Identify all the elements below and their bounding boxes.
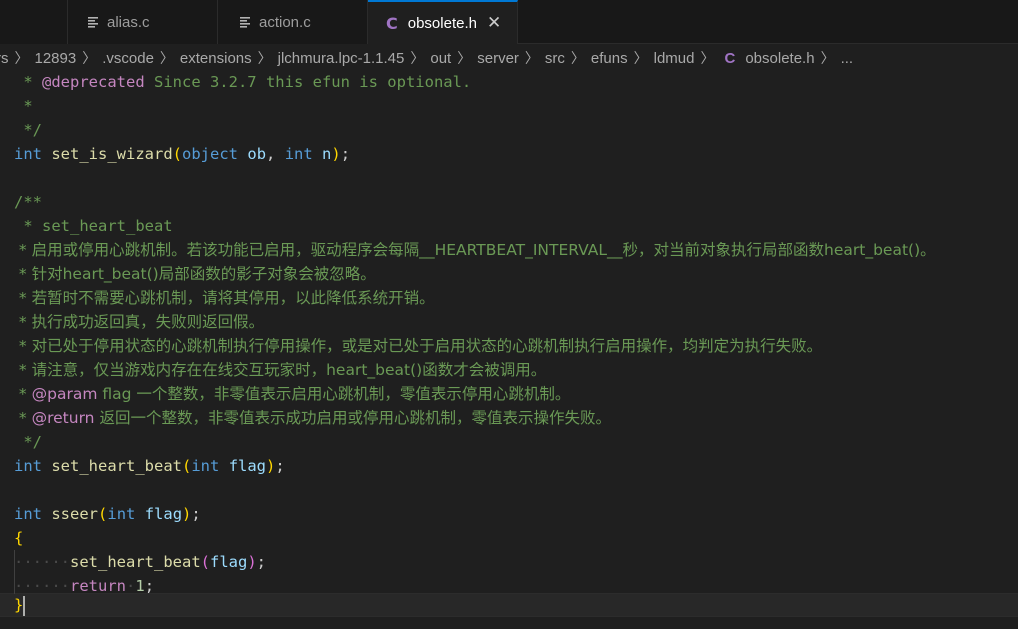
chevron-right-icon: 〉 xyxy=(410,50,425,66)
close-icon[interactable]: ✕ xyxy=(487,13,501,33)
code-editor[interactable]: * @deprecated Since 3.2.7 this efun is o… xyxy=(0,70,1018,629)
code-line: * 请注意，仅当游戏内存在在线交互玩家时，heart_beat()函数才会被调用… xyxy=(14,361,547,379)
code-line: ······return·1; xyxy=(14,577,155,595)
breadcrumb-file[interactable]: obsolete.h xyxy=(745,50,814,67)
chevron-right-icon: 〉 xyxy=(524,50,539,66)
code-line: * 执行成功返回真，失败则返回假。 xyxy=(14,313,265,331)
code-line: } xyxy=(14,595,26,616)
doc-tag: @param xyxy=(31,385,98,403)
text-file-icon xyxy=(240,16,250,28)
breadcrumb-item[interactable]: server xyxy=(477,50,519,67)
code-line: * @param flag 一个整数，非零值表示启用心跳机制，零值表示停用心跳机… xyxy=(14,385,571,403)
chevron-right-icon: 〉 xyxy=(257,50,272,66)
breadcrumb-item[interactable]: extensions xyxy=(180,50,252,67)
tab-obsolete-h[interactable]: C obsolete.h ✕ xyxy=(368,0,518,44)
doc-tag: @return xyxy=(31,409,95,427)
tab-alias-c[interactable]: alias.c xyxy=(68,0,218,44)
breadcrumb: rs 〉 12893 〉 .vscode 〉 extensions 〉 jlch… xyxy=(0,46,1018,70)
code-line: int set_heart_beat(int flag); xyxy=(14,457,285,475)
c-file-icon: C xyxy=(724,49,736,67)
breadcrumb-item[interactable]: .vscode xyxy=(102,50,154,67)
text-cursor xyxy=(23,595,26,616)
tab-bar: alias.c action.c C obsolete.h ✕ xyxy=(0,0,1018,44)
chevron-right-icon: 〉 xyxy=(633,50,648,66)
code-line: * set_heart_beat xyxy=(14,217,173,235)
chevron-right-icon: 〉 xyxy=(820,50,835,66)
breadcrumb-item[interactable]: jlchmura.lpc-1.1.45 xyxy=(278,50,405,67)
code-line: * 若暂时不需要心跳机制，请将其停用，以此降低系统开销。 xyxy=(14,289,435,307)
breadcrumb-more[interactable]: ... xyxy=(841,50,854,67)
tab-hidden[interactable] xyxy=(0,0,68,44)
breadcrumb-item[interactable]: efuns xyxy=(591,50,628,67)
code-line: int set_is_wizard(object ob, int n); xyxy=(14,145,351,163)
code-line: ······set_heart_beat(flag); xyxy=(14,553,267,571)
code-line: * 针对heart_beat()局部函数的影子对象会被忽略。 xyxy=(14,265,376,283)
doc-tag: @deprecated xyxy=(42,73,145,91)
chevron-right-icon: 〉 xyxy=(700,50,715,66)
chevron-right-icon: 〉 xyxy=(82,50,97,66)
code-line: */ xyxy=(14,121,42,139)
tab-action-c[interactable]: action.c xyxy=(218,0,368,44)
tab-label: action.c xyxy=(259,13,311,31)
chevron-right-icon: 〉 xyxy=(14,50,29,66)
code-line: * @deprecated Since 3.2.7 this efun is o… xyxy=(14,73,472,91)
breadcrumb-item[interactable]: rs xyxy=(0,50,9,67)
chevron-right-icon: 〉 xyxy=(457,50,472,66)
code-line: * 对已处于停用状态的心跳机制执行停用操作，或是对已处于启用状态的心跳机制执行启… xyxy=(14,337,823,355)
chevron-right-icon: 〉 xyxy=(570,50,585,66)
chevron-right-icon: 〉 xyxy=(159,50,174,66)
code-line: * 启用或停用心跳机制。若该功能已启用，驱动程序会每隔__HEARTBEAT_I… xyxy=(14,241,936,259)
c-file-icon: C xyxy=(386,13,398,33)
code-line: /** xyxy=(14,193,42,211)
tab-label: obsolete.h xyxy=(407,14,477,32)
code-line: * xyxy=(14,97,33,115)
breadcrumb-item[interactable]: src xyxy=(545,50,565,67)
code-line: * @return 返回一个整数，非零值表示成功启用或停用心跳机制，零值表示操作… xyxy=(14,409,611,427)
breadcrumb-item[interactable]: ldmud xyxy=(654,50,695,67)
code-line: { xyxy=(14,529,24,547)
code-line: */ xyxy=(14,433,42,451)
code-line: int sseer(int flag); xyxy=(14,505,201,523)
breadcrumb-item[interactable]: out xyxy=(430,50,451,67)
tab-label: alias.c xyxy=(107,13,150,31)
text-file-icon xyxy=(88,16,98,28)
breadcrumb-item[interactable]: 12893 xyxy=(35,50,77,67)
indent-guide xyxy=(14,550,15,594)
